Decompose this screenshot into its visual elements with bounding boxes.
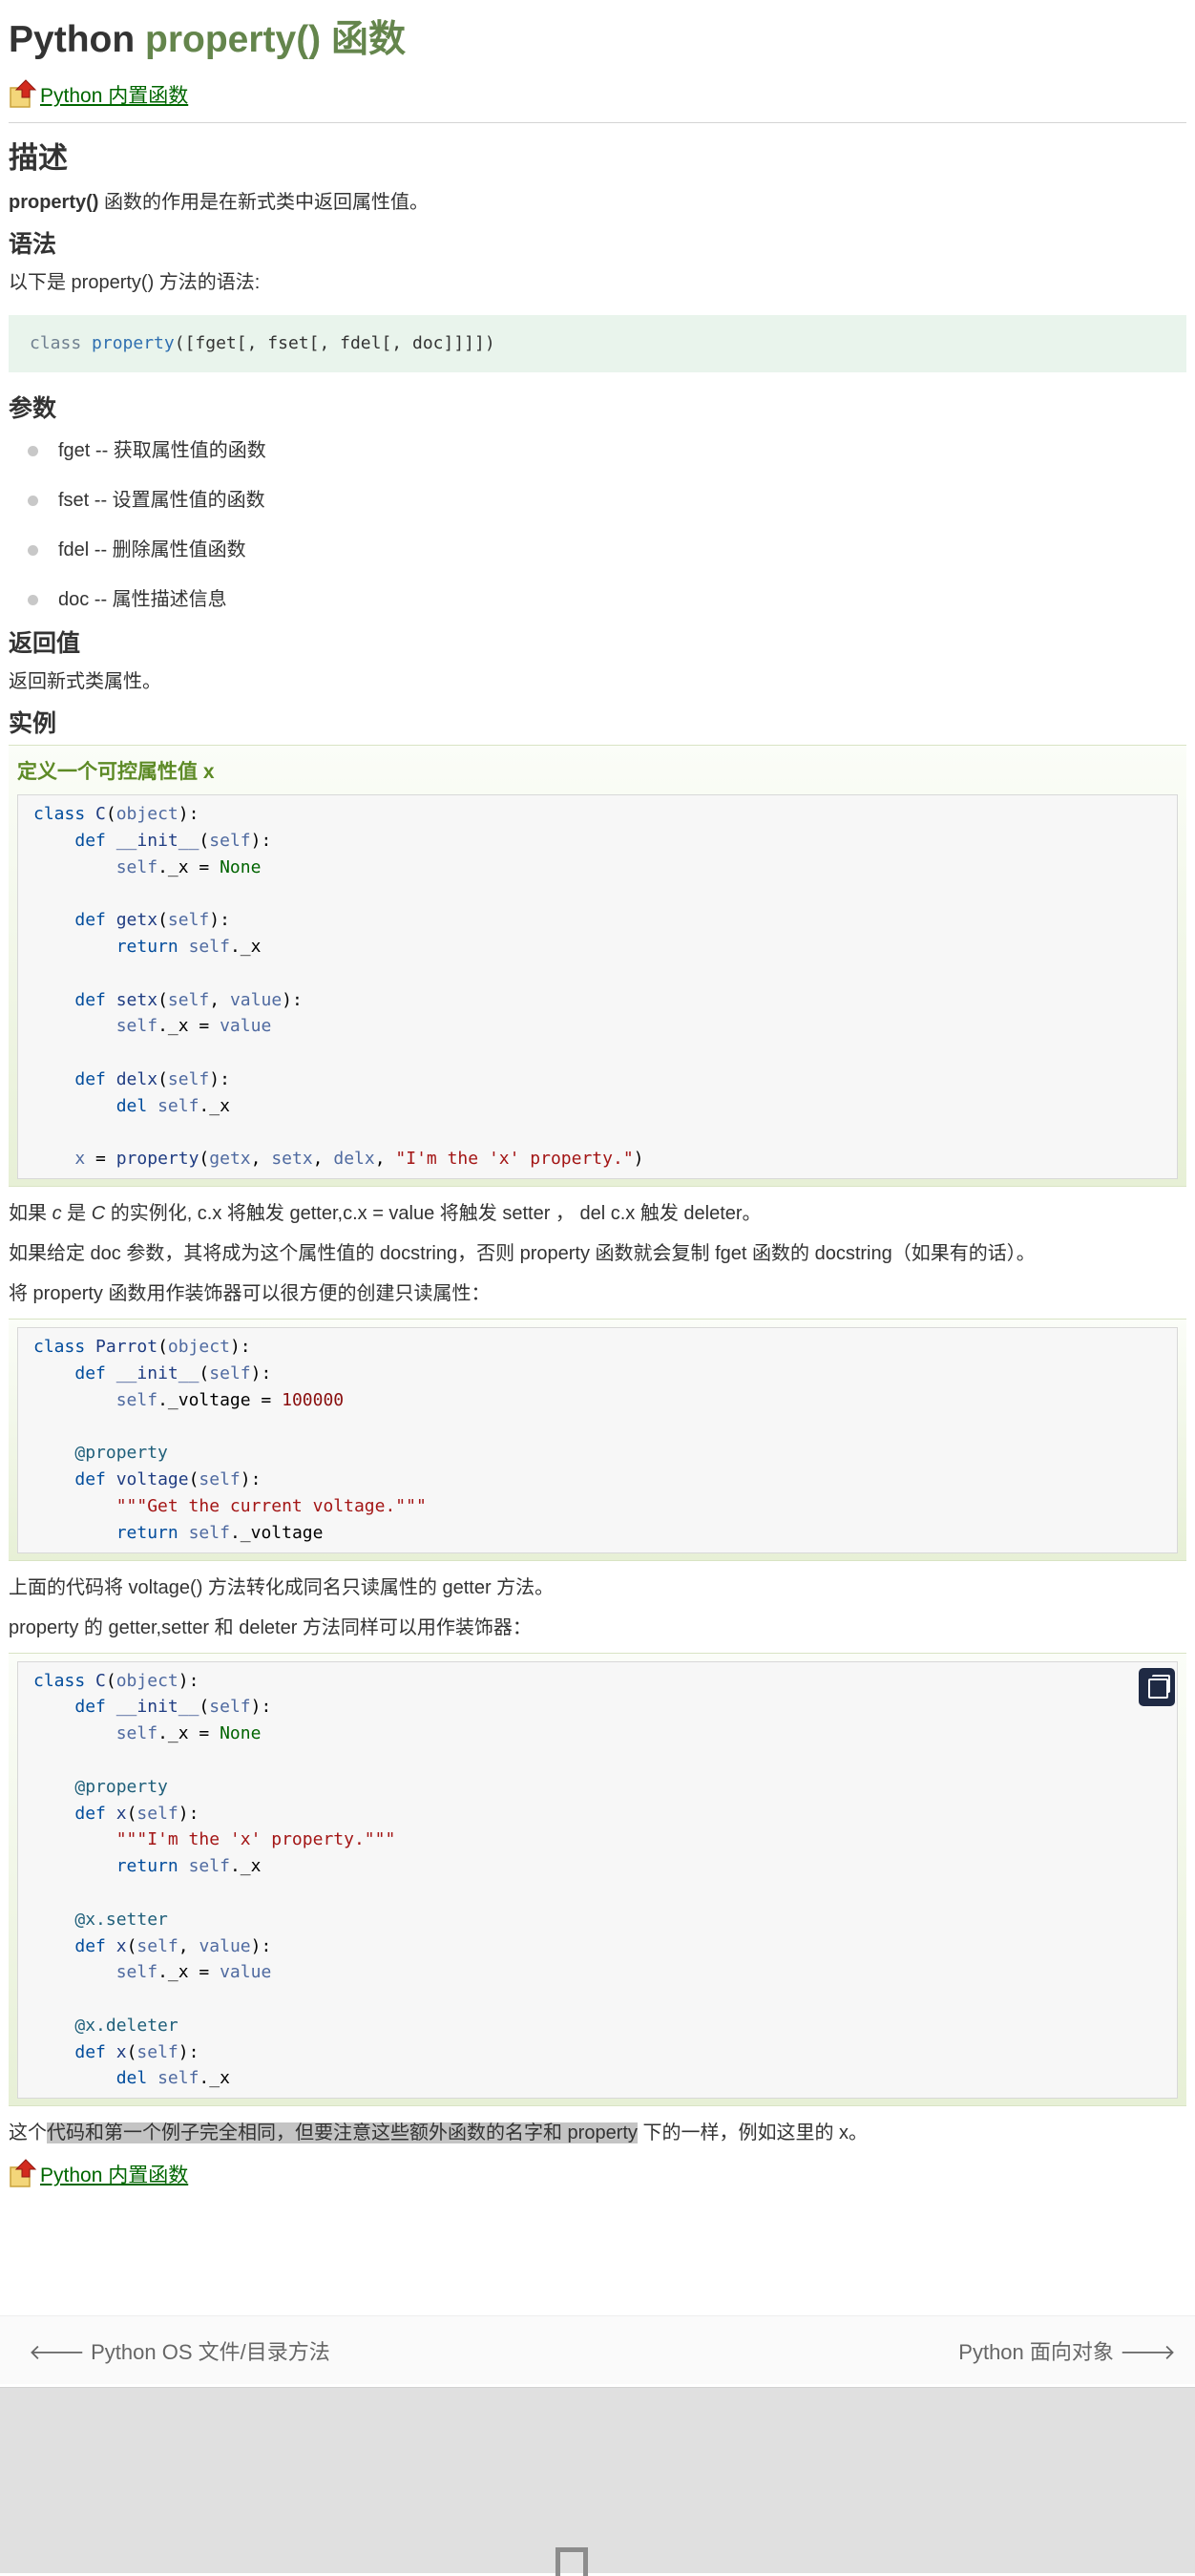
- back-link-bottom[interactable]: Python 内置函数: [9, 2156, 1186, 2188]
- bullet-icon: [28, 545, 38, 556]
- syntax-code: class property([fget[, fset[, fdel[, doc…: [9, 315, 1186, 372]
- back-arrow-icon: [9, 2156, 37, 2188]
- example-title: 定义一个可控属性值 x: [17, 761, 215, 783]
- bullet-icon: [28, 496, 38, 506]
- arrow-left-icon: 🡐: [29, 2339, 92, 2364]
- example-box-3: class C(object): def __init__(self): sel…: [9, 1652, 1186, 2107]
- paragraph-1: 如果 c 是 C 的实例化, c.x 将触发 getter,c.x = valu…: [9, 1203, 762, 1225]
- arrow-right-icon: 🡒: [1113, 2339, 1176, 2364]
- desc-text: property() 函数的作用是在新式类中返回属性值。: [9, 192, 430, 213]
- back-arrow-icon: [9, 76, 37, 109]
- syntax-heading: 语法: [9, 231, 57, 258]
- code-block-2: class Parrot(object): def __init__(self)…: [17, 1327, 1178, 1553]
- bullet-icon: [28, 595, 38, 605]
- page-content: Python property() 函数 Python 内置函数 描述 prop…: [0, 0, 1186, 2188]
- paragraph-3: 将 property 函数用作装饰器可以很方便的创建只读属性：: [9, 1283, 491, 1305]
- copy-button[interactable]: [1139, 1667, 1175, 1706]
- paragraph-6: 这个代码和第一个例子完全相同，但要注意这些额外函数的名字和 property 下…: [9, 2122, 869, 2144]
- next-link[interactable]: Python 面向对象 🡒: [958, 2335, 1176, 2366]
- example-heading: 实例: [9, 710, 57, 737]
- list-item: fget -- 获取属性值的函数: [9, 426, 1186, 475]
- bullet-icon: [28, 446, 38, 456]
- back-link-text[interactable]: Python 内置函数: [40, 2164, 188, 2188]
- params-heading: 参数: [9, 395, 57, 422]
- back-link-text[interactable]: Python 内置函数: [40, 84, 188, 109]
- paragraph-4: 上面的代码将 voltage() 方法转化成同名只读属性的 getter 方法。: [9, 1576, 555, 1598]
- list-item: fset -- 设置属性值的函数: [9, 475, 1186, 525]
- syntax-intro: 以下是 property() 方法的语法:: [9, 272, 261, 293]
- return-text: 返回新式类属性。: [9, 671, 161, 692]
- code-block-3: class C(object): def __init__(self): sel…: [17, 1660, 1178, 2100]
- prev-next-nav: 🡐 Python OS 文件/目录方法 Python 面向对象 🡒: [0, 2315, 1195, 2384]
- list-item: fdel -- 删除属性值函数: [9, 525, 1186, 575]
- back-link-top[interactable]: Python 内置函数: [9, 76, 1186, 109]
- prev-link[interactable]: 🡐 Python OS 文件/目录方法: [29, 2335, 330, 2366]
- divider: [9, 122, 1186, 123]
- desc-heading: 描述: [9, 141, 68, 175]
- params-list: fget -- 获取属性值的函数 fset -- 设置属性值的函数 fdel -…: [9, 426, 1186, 624]
- example-box-1: 定义一个可控属性值 x class C(object): def __init_…: [9, 745, 1186, 1188]
- return-heading: 返回值: [9, 630, 81, 657]
- code-block-1: class C(object): def __init__(self): sel…: [17, 794, 1178, 1180]
- paragraph-2: 如果给定 doc 参数，其将成为这个属性值的 docstring，否则 prop…: [9, 1243, 1036, 1265]
- footer-placeholder: [0, 2387, 1195, 2576]
- list-item: doc -- 属性描述信息: [9, 575, 1186, 624]
- page-title: Python property() 函数: [9, 19, 407, 60]
- example-box-2: class Parrot(object): def __init__(self)…: [9, 1319, 1186, 1561]
- paragraph-5: property 的 getter,setter 和 deleter 方法同样可…: [9, 1616, 532, 1638]
